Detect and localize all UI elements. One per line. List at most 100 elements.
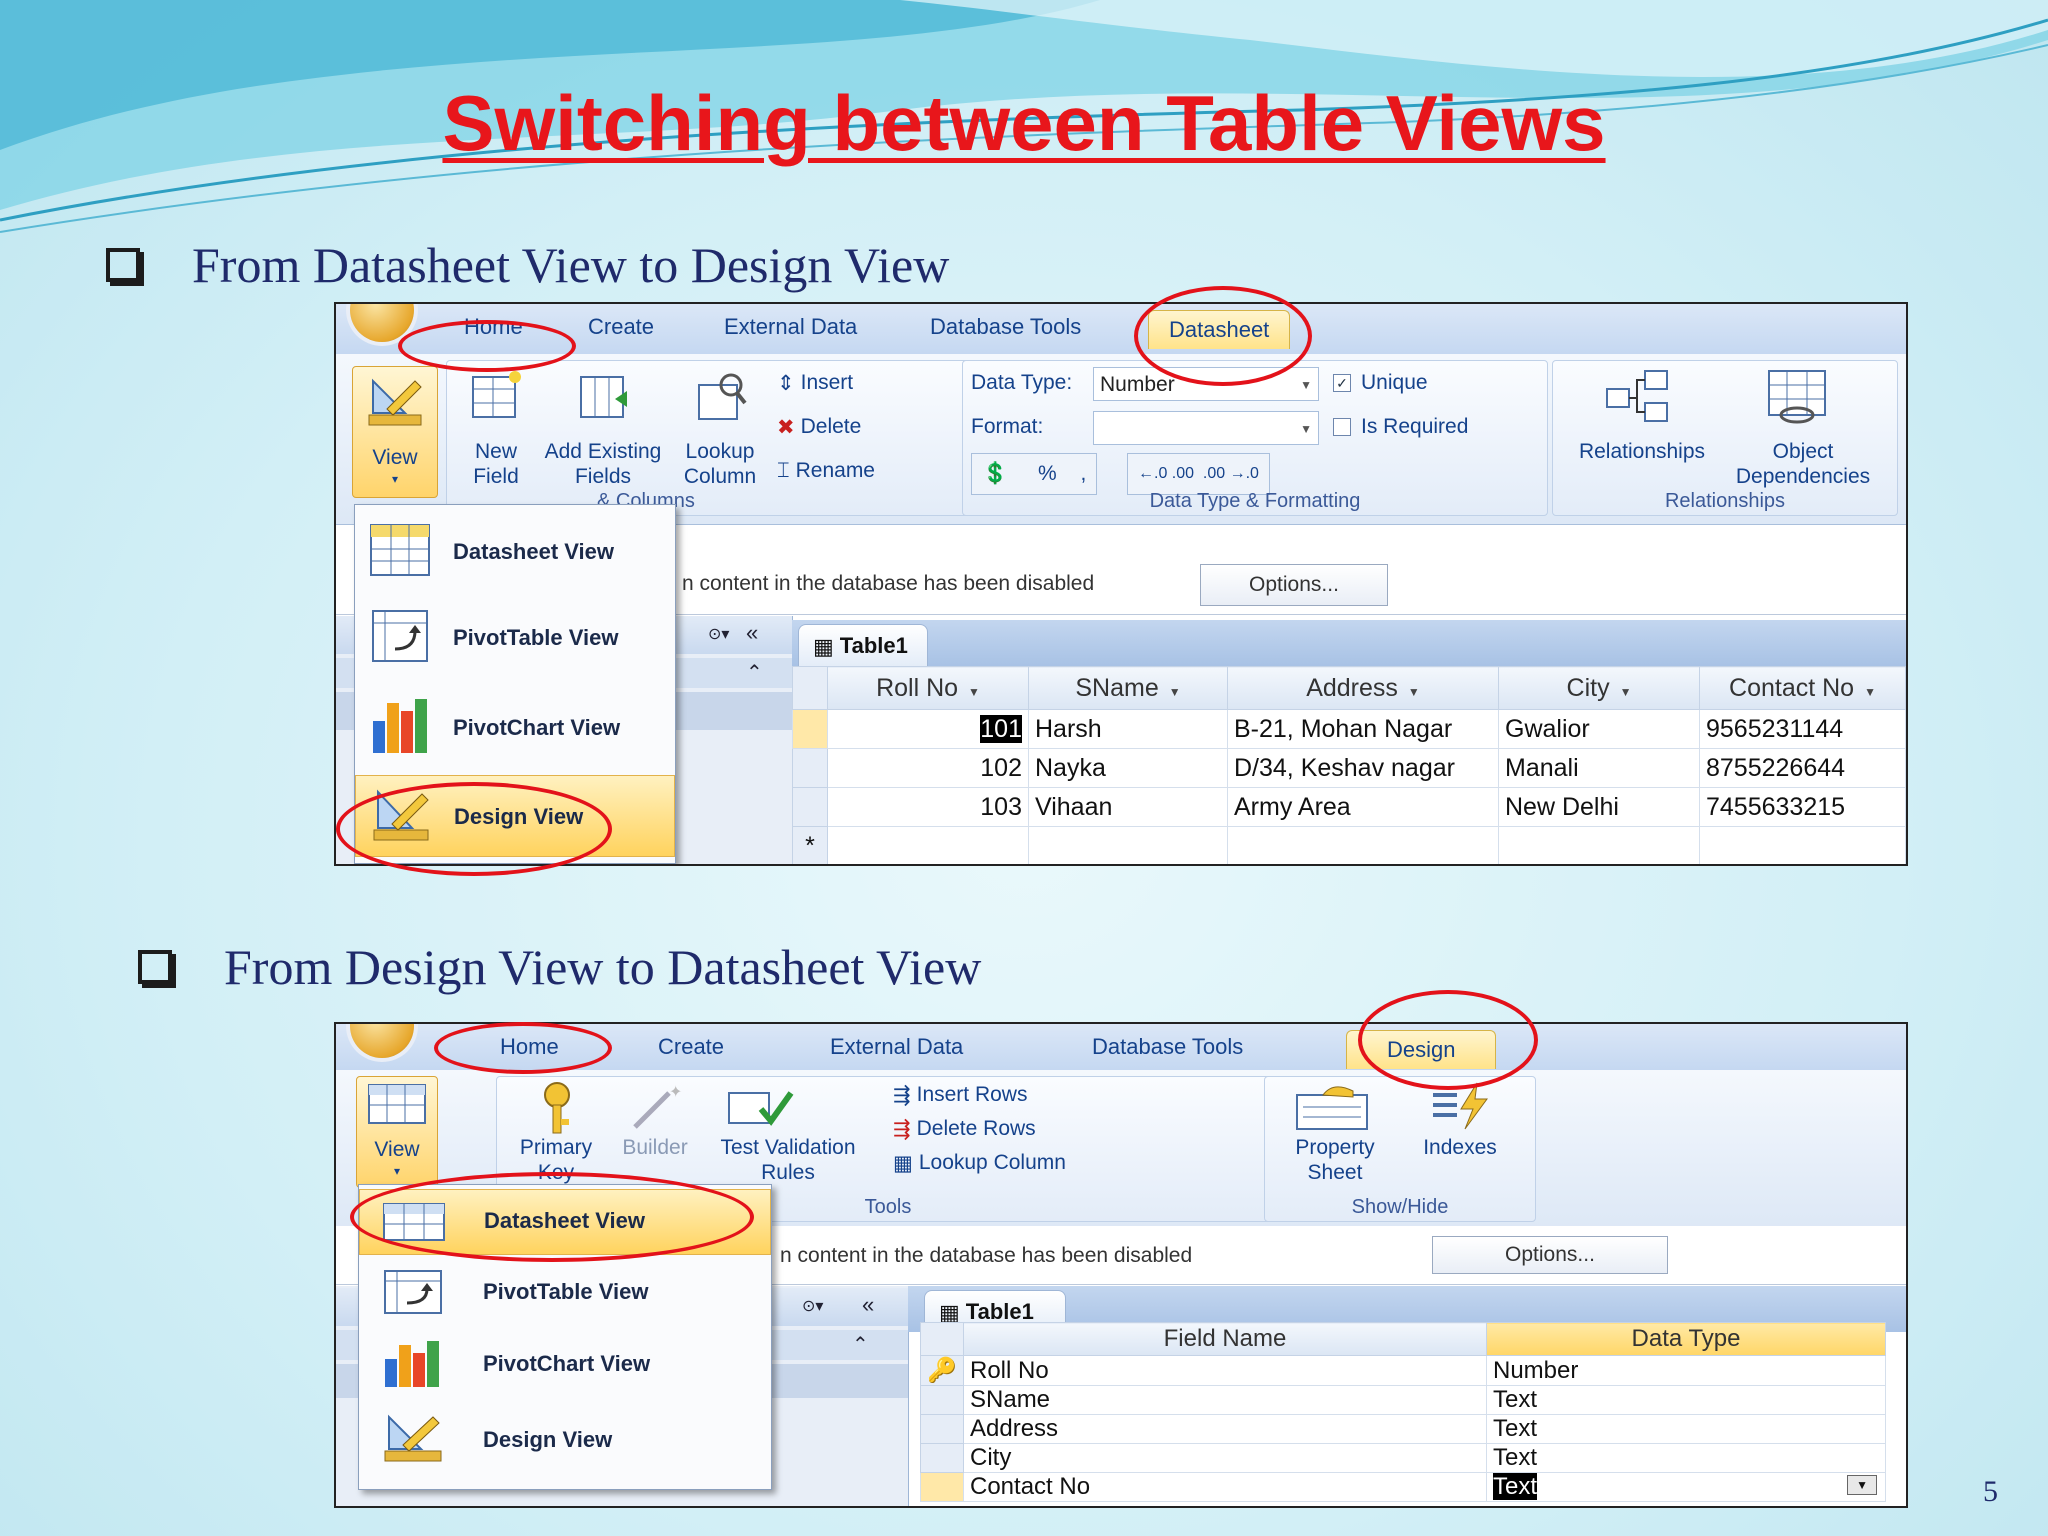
column-header[interactable]: Data Type	[1486, 1322, 1886, 1356]
office-button-icon[interactable]	[350, 1024, 414, 1058]
table-cell[interactable]	[1028, 826, 1228, 864]
table-row[interactable]: 103 Vihaan Army Area New Delhi 745563321…	[792, 787, 1906, 827]
chevron-down-icon[interactable]: ▼	[1169, 685, 1181, 699]
table-cell[interactable]: 7455633215	[1699, 787, 1906, 827]
table-cell[interactable]: Address	[963, 1414, 1487, 1444]
column-header[interactable]: Field Name	[963, 1322, 1487, 1356]
menu-item-pivotchart-view[interactable]: PivotChart View	[355, 687, 675, 767]
table-cell[interactable]: Text	[1486, 1414, 1886, 1444]
table-row[interactable]: 🔑 Roll No Number	[920, 1355, 1886, 1386]
collapse-group-icon[interactable]: ⌃	[852, 1332, 869, 1357]
unique-checkbox[interactable]: ✓ Unique	[1333, 371, 1428, 395]
tab-external-data[interactable]: External Data	[830, 1034, 963, 1060]
table-cell[interactable]: Number	[1486, 1355, 1886, 1386]
lookup-column-button[interactable]: ▦ Lookup Column	[893, 1151, 1066, 1176]
chevron-down-icon[interactable]: ▼	[1847, 1475, 1877, 1495]
menu-item-design-view[interactable]: Design View	[359, 1405, 771, 1475]
tab-create[interactable]: Create	[588, 314, 654, 340]
table-cell[interactable]	[1699, 826, 1906, 864]
row-selector[interactable]	[792, 787, 828, 827]
select-all-cell[interactable]	[792, 666, 828, 710]
column-header[interactable]: SName ▼	[1028, 666, 1228, 710]
builder-button[interactable]: Builder	[607, 1135, 703, 1160]
comma-button[interactable]: ,	[1081, 462, 1087, 485]
chevron-down-icon[interactable]: ▼	[968, 685, 980, 699]
indexes-button[interactable]: Indexes	[1395, 1135, 1525, 1160]
increase-decimal-icon[interactable]: ←.0 .00	[1138, 465, 1194, 482]
select-all-cell[interactable]	[920, 1322, 964, 1356]
new-field-button[interactable]: New Field	[453, 439, 539, 489]
table-cell[interactable]: 8755226644	[1699, 748, 1906, 788]
property-sheet-button[interactable]: Property Sheet	[1265, 1135, 1405, 1185]
chevron-down-icon[interactable]: ▼	[1620, 685, 1632, 699]
table-cell[interactable]: Text	[1486, 1385, 1886, 1415]
table-cell[interactable]: Manali	[1498, 748, 1700, 788]
view-button[interactable]: View ▾	[352, 366, 438, 498]
nav-dropdown-icon[interactable]: ⊙▾	[802, 1296, 823, 1316]
rename-button[interactable]: ⌶ Rename	[777, 459, 875, 483]
table-cell[interactable]: 9565231144	[1699, 709, 1906, 749]
delete-rows-button[interactable]: ⇶ Delete Rows	[893, 1117, 1036, 1142]
table-cell[interactable]: Text	[1486, 1443, 1886, 1473]
nav-dropdown-icon[interactable]: ⊙▾	[708, 624, 729, 644]
row-selector[interactable]	[920, 1385, 964, 1415]
table-cell[interactable]: B-21, Mohan Nagar	[1227, 709, 1499, 749]
add-existing-fields-button[interactable]: Add Existing Fields	[533, 439, 673, 489]
table-cell[interactable]: 103	[827, 787, 1029, 827]
format-select[interactable]: ▼	[1093, 411, 1319, 445]
tab-external-data[interactable]: External Data	[724, 314, 857, 340]
row-selector[interactable]	[920, 1414, 964, 1444]
relationships-button[interactable]: Relationships	[1553, 439, 1731, 464]
table-row[interactable]: City Text	[920, 1443, 1886, 1473]
table-cell[interactable]	[1227, 826, 1499, 864]
chevron-down-icon[interactable]: ▼	[1864, 685, 1876, 699]
lookup-column-button[interactable]: Lookup Column	[675, 439, 765, 489]
table-cell[interactable]: Army Area	[1227, 787, 1499, 827]
table-row[interactable]: 101 Harsh B-21, Mohan Nagar Gwalior 9565…	[792, 709, 1906, 749]
collapse-pane-icon[interactable]: «	[862, 1292, 874, 1318]
row-selector[interactable]	[792, 709, 828, 749]
column-header[interactable]: Contact No ▼	[1699, 666, 1906, 710]
chevron-down-icon[interactable]: ▼	[1408, 685, 1420, 699]
menu-item-pivottable-view[interactable]: PivotTable View	[355, 599, 675, 679]
table-cell[interactable]: Nayka	[1028, 748, 1228, 788]
insert-rows-button[interactable]: ⇶ Insert Rows	[893, 1083, 1027, 1108]
menu-item-pivotchart-view[interactable]: PivotChart View	[359, 1333, 771, 1397]
row-selector[interactable]	[792, 748, 828, 788]
table-cell[interactable]: SName	[963, 1385, 1487, 1415]
table-cell[interactable]	[1498, 826, 1700, 864]
collapse-pane-icon[interactable]: «	[746, 620, 758, 646]
tab-table1[interactable]: ▦ Table1	[798, 624, 928, 667]
table-cell[interactable]: D/34, Keshav nagar	[1227, 748, 1499, 788]
table-cell[interactable]: New Delhi	[1498, 787, 1700, 827]
table-row[interactable]: 102 Nayka D/34, Keshav nagar Manali 8755…	[792, 748, 1906, 788]
tab-create[interactable]: Create	[658, 1034, 724, 1060]
table-cell[interactable]: Gwalior	[1498, 709, 1700, 749]
column-header[interactable]: Roll No ▼	[827, 666, 1029, 710]
options-button[interactable]: Options...	[1200, 564, 1388, 606]
currency-icon[interactable]: 💲	[982, 456, 1008, 492]
tab-database-tools[interactable]: Database Tools	[1092, 1034, 1243, 1060]
table-cell[interactable]: Vihaan	[1028, 787, 1228, 827]
is-required-checkbox[interactable]: Is Required	[1333, 415, 1468, 439]
table-cell[interactable]: Roll No	[963, 1355, 1487, 1386]
collapse-group-icon[interactable]: ⌃	[746, 660, 763, 685]
row-selector[interactable]	[920, 1472, 964, 1502]
tab-database-tools[interactable]: Database Tools	[930, 314, 1081, 340]
menu-item-datasheet-view[interactable]: Datasheet View	[355, 511, 675, 591]
data-type-cell[interactable]: Text ▼	[1486, 1472, 1886, 1502]
new-record-marker[interactable]: *	[792, 826, 828, 864]
table-cell[interactable]: Contact No	[963, 1472, 1487, 1502]
test-validation-rules-button[interactable]: Test Validation Rules	[697, 1135, 879, 1185]
table-cell[interactable]	[827, 826, 1029, 864]
table-cell[interactable]: 101	[827, 709, 1029, 749]
options-button[interactable]: Options...	[1432, 1236, 1668, 1274]
insert-button[interactable]: ⇕ Insert	[777, 371, 853, 396]
table-cell[interactable]: City	[963, 1443, 1487, 1473]
new-record-row[interactable]: *	[792, 826, 1906, 864]
decrease-decimal-icon[interactable]: .00 →.0	[1203, 465, 1259, 482]
table-cell[interactable]: 102	[827, 748, 1029, 788]
view-button[interactable]: View ▾	[356, 1076, 438, 1188]
object-dependencies-button[interactable]: Object Dependencies	[1713, 439, 1893, 489]
table-row[interactable]: Contact No Text ▼	[920, 1472, 1886, 1502]
